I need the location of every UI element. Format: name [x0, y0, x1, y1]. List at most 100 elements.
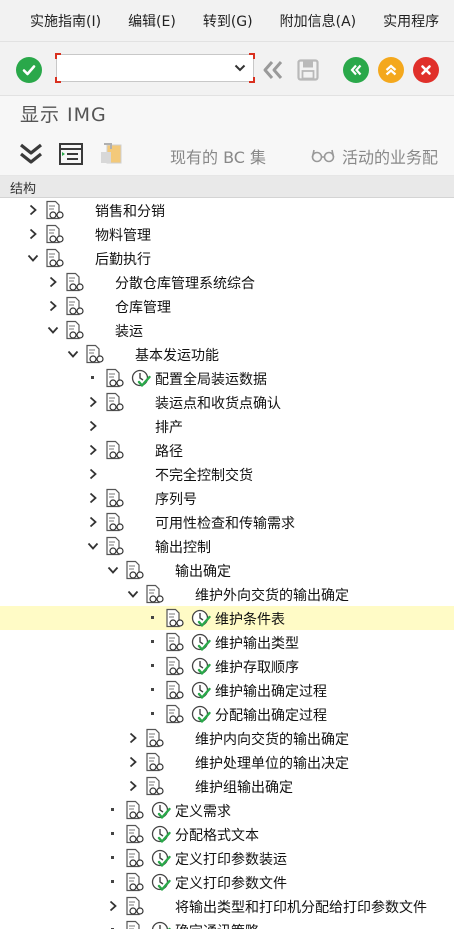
execute-activity-icon[interactable] [151, 848, 171, 868]
structure-button[interactable] [58, 141, 84, 167]
expand-chevron-right-icon[interactable] [86, 394, 100, 410]
enter-check-button[interactable] [16, 57, 42, 83]
expand-chevron-right-icon[interactable] [86, 442, 100, 458]
tree-node[interactable]: 后勤执行 [0, 246, 454, 270]
tree-node[interactable]: 定义打印参数文件 [0, 870, 454, 894]
documentation-icon[interactable] [124, 872, 144, 892]
chevron-down-icon[interactable] [231, 57, 249, 79]
tree-node[interactable]: 基本发运功能 [0, 342, 454, 366]
documentation-icon[interactable] [124, 848, 144, 868]
tree-node-selected[interactable]: 维护条件表 [0, 606, 454, 630]
documentation-icon[interactable] [84, 344, 104, 364]
tree-node[interactable]: 装运点和收货点确认 [0, 390, 454, 414]
expand-chevron-right-icon[interactable] [46, 274, 60, 290]
menu-goto[interactable]: 转到(G) [203, 11, 253, 31]
documentation-icon[interactable] [64, 320, 84, 340]
active-business-config-button[interactable]: 活动的业务配 [342, 144, 438, 168]
expand-all-button[interactable] [18, 141, 44, 167]
expand-chevron-right-icon[interactable] [126, 754, 140, 770]
tree-node[interactable]: 输出控制 [0, 534, 454, 558]
expand-chevron-down-icon[interactable] [86, 538, 100, 554]
expand-chevron-right-icon[interactable] [106, 898, 120, 914]
tree-node[interactable]: 序列号 [0, 486, 454, 510]
documentation-icon[interactable] [104, 440, 124, 460]
documentation-icon[interactable] [104, 512, 124, 532]
documentation-icon[interactable] [124, 920, 144, 929]
expand-chevron-down-icon[interactable] [46, 322, 60, 338]
documentation-icon[interactable] [104, 536, 124, 556]
execute-activity-icon[interactable] [191, 632, 211, 652]
tree-node[interactable]: 可用性检查和传输需求 [0, 510, 454, 534]
tree-node[interactable]: 分配格式文本 [0, 822, 454, 846]
tree-node[interactable]: 确定通讯策略 [0, 918, 454, 929]
documentation-icon[interactable] [164, 632, 184, 652]
documentation-icon[interactable] [124, 824, 144, 844]
expand-chevron-right-icon[interactable] [86, 490, 100, 506]
execute-activity-icon[interactable] [131, 368, 151, 388]
execute-activity-icon[interactable] [191, 704, 211, 724]
tree-node[interactable]: 不完全控制交货 [0, 462, 454, 486]
tree-node[interactable]: 物料管理 [0, 222, 454, 246]
tree-node[interactable]: 分散仓库管理系统综合 [0, 270, 454, 294]
tree-node[interactable]: 维护组输出确定 [0, 774, 454, 798]
expand-chevron-down-icon[interactable] [66, 346, 80, 362]
command-field[interactable] [55, 53, 255, 83]
tree-node[interactable]: 装运 [0, 318, 454, 342]
menu-utilities[interactable]: 实用程序 [383, 11, 439, 31]
documentation-icon[interactable] [164, 680, 184, 700]
expand-chevron-right-icon[interactable] [26, 202, 40, 218]
execute-activity-icon[interactable] [151, 920, 171, 929]
menu-edit[interactable]: 编辑(E) [128, 11, 176, 31]
documentation-icon[interactable] [124, 560, 144, 580]
expand-chevron-right-icon[interactable] [26, 226, 40, 242]
tree-node[interactable]: 排产 [0, 414, 454, 438]
tree-node[interactable]: 销售和分销 [0, 198, 454, 222]
expand-chevron-right-icon[interactable] [126, 730, 140, 746]
documentation-icon[interactable] [124, 800, 144, 820]
documentation-icon[interactable] [44, 224, 64, 244]
documentation-icon[interactable] [144, 752, 164, 772]
tree-node[interactable]: 路径 [0, 438, 454, 462]
menu-extras[interactable]: 附加信息(A) [280, 11, 357, 31]
tree-node[interactable]: 将输出类型和打印机分配给打印参数文件 [0, 894, 454, 918]
documentation-icon[interactable] [144, 584, 164, 604]
expand-chevron-right-icon[interactable] [86, 514, 100, 530]
execute-activity-icon[interactable] [151, 872, 171, 892]
execute-activity-icon[interactable] [191, 656, 211, 676]
tree-node[interactable]: 定义需求 [0, 798, 454, 822]
expand-chevron-down-icon[interactable] [26, 250, 40, 266]
expand-chevron-right-icon[interactable] [86, 418, 100, 434]
tree-node[interactable]: 维护输出确定过程 [0, 678, 454, 702]
execute-activity-icon[interactable] [151, 824, 171, 844]
tree-node[interactable]: 维护内向交货的输出确定 [0, 726, 454, 750]
execute-activity-icon[interactable] [191, 608, 211, 628]
tree-node[interactable]: 维护处理单位的输出决定 [0, 750, 454, 774]
tree-node[interactable]: 输出确定 [0, 558, 454, 582]
tree-node[interactable]: 维护存取顺序 [0, 654, 454, 678]
exit-button[interactable] [378, 57, 404, 83]
documentation-icon[interactable] [64, 272, 84, 292]
expand-chevron-right-icon[interactable] [126, 778, 140, 794]
execute-activity-icon[interactable] [151, 800, 171, 820]
documentation-icon[interactable] [164, 656, 184, 676]
tree-node[interactable]: 维护输出类型 [0, 630, 454, 654]
documentation-icon[interactable] [164, 704, 184, 724]
documentation-icon[interactable] [104, 392, 124, 412]
transfer-button[interactable] [98, 141, 124, 167]
tree-node[interactable]: 维护外向交货的输出确定 [0, 582, 454, 606]
documentation-icon[interactable] [164, 608, 184, 628]
back-navigation-button[interactable] [260, 57, 286, 83]
tree-node[interactable]: 配置全局装运数据 [0, 366, 454, 390]
documentation-icon[interactable] [64, 296, 84, 316]
existing-bc-sets-button[interactable]: 现有的 BC 集 [170, 144, 266, 168]
tree-node[interactable]: 仓库管理 [0, 294, 454, 318]
tree-node[interactable]: 分配输出确定过程 [0, 702, 454, 726]
documentation-icon[interactable] [44, 248, 64, 268]
save-button[interactable] [295, 57, 321, 83]
execute-activity-icon[interactable] [191, 680, 211, 700]
documentation-icon[interactable] [104, 368, 124, 388]
back-button[interactable] [343, 57, 369, 83]
expand-chevron-down-icon[interactable] [106, 562, 120, 578]
documentation-icon[interactable] [104, 488, 124, 508]
expand-chevron-right-icon[interactable] [46, 298, 60, 314]
